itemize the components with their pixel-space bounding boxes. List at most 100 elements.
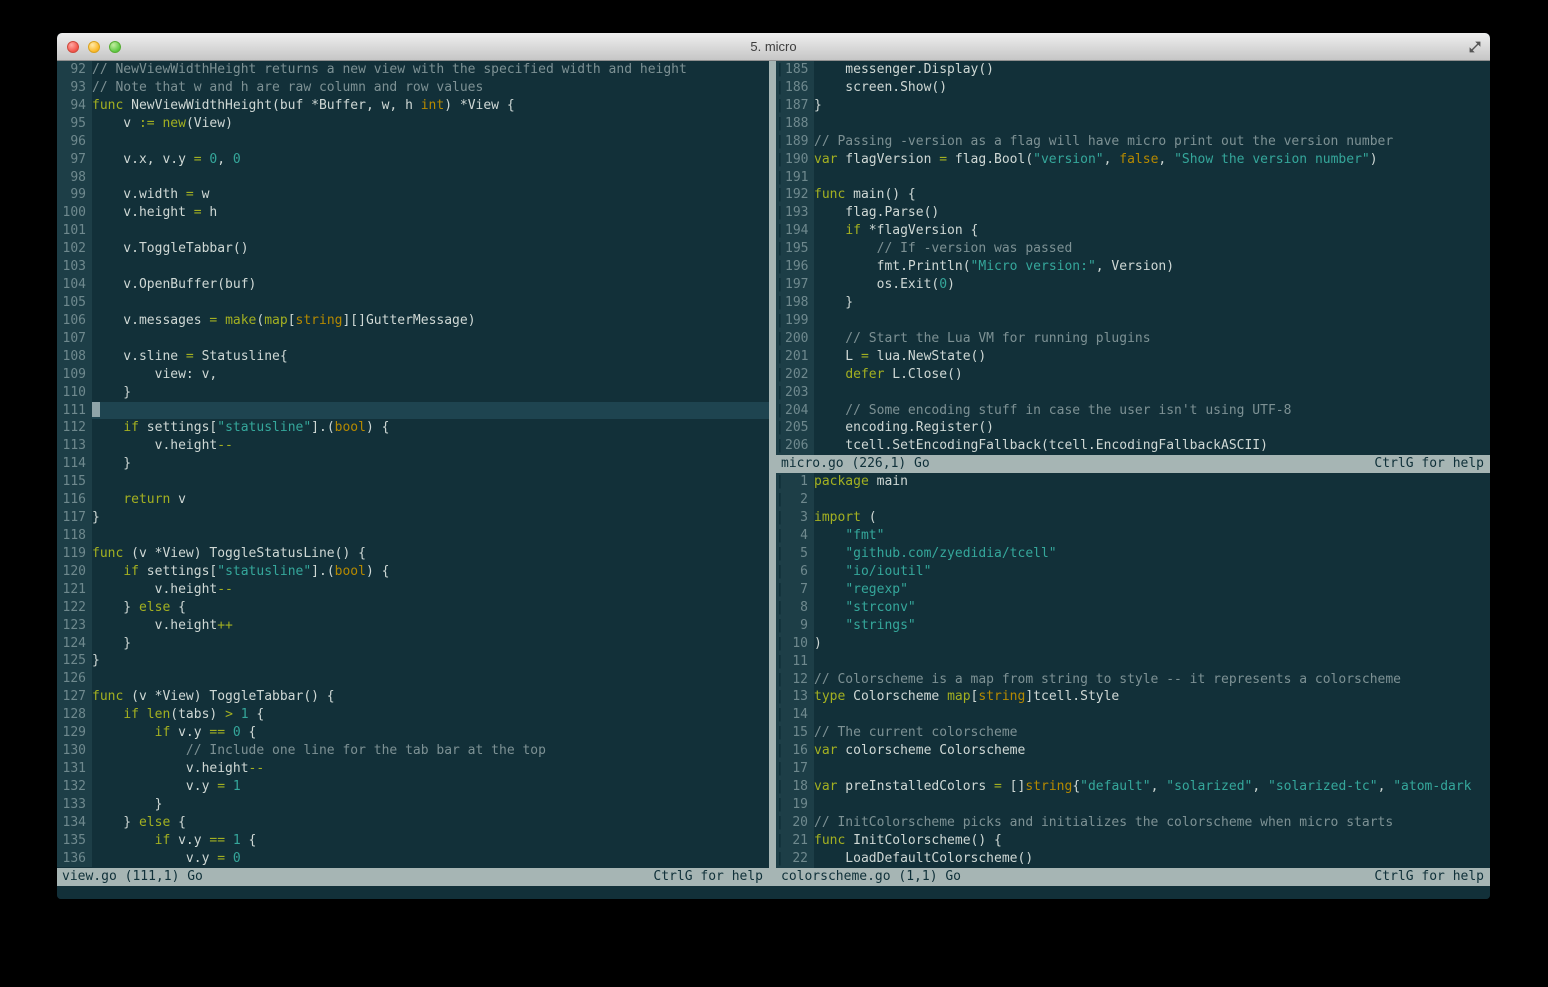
code-line[interactable]: 114 } — [57, 455, 769, 473]
code-line[interactable]: |12// Colorscheme is a map from string t… — [776, 671, 1490, 689]
code-line[interactable]: 129 if v.y == 0 { — [57, 724, 769, 742]
code-line[interactable]: 127func (v *View) ToggleTabbar() { — [57, 688, 769, 706]
code-line[interactable]: 104 v.OpenBuffer(buf) — [57, 276, 769, 294]
code-line[interactable]: 109 view: v, — [57, 366, 769, 384]
code-line[interactable]: 116 return v — [57, 491, 769, 509]
code-line[interactable]: |22 LoadDefaultColorscheme() — [776, 850, 1490, 868]
code-line[interactable]: |190var flagVersion = flag.Bool("version… — [776, 151, 1490, 169]
code-line[interactable]: 136 v.y = 0 — [57, 850, 769, 868]
pane-micro-go[interactable]: |185 messenger.Display()|186 screen.Show… — [776, 61, 1490, 455]
code-line[interactable]: 106 v.messages = make(map[string][]Gutte… — [57, 312, 769, 330]
code-line[interactable]: 92// NewViewWidthHeight returns a new vi… — [57, 61, 769, 79]
code-line[interactable]: 121 v.height-- — [57, 581, 769, 599]
code-line[interactable]: |199 — [776, 312, 1490, 330]
code-line[interactable]: 117} — [57, 509, 769, 527]
code-line[interactable]: |194 if *flagVersion { — [776, 222, 1490, 240]
code-line[interactable]: 130 // Include one line for the tab bar … — [57, 742, 769, 760]
code-line[interactable]: |13type Colorscheme map[string]tcell.Sty… — [776, 688, 1490, 706]
code-line[interactable]: |21func InitColorscheme() { — [776, 832, 1490, 850]
code-line[interactable]: |197 os.Exit(0) — [776, 276, 1490, 294]
line-number: 189 — [785, 133, 814, 151]
code-line[interactable]: |14 — [776, 706, 1490, 724]
code-line[interactable]: |206 tcell.SetEncodingFallback(tcell.Enc… — [776, 437, 1490, 455]
code-line[interactable]: |200 // Start the Lua VM for running plu… — [776, 330, 1490, 348]
code-line[interactable]: 113 v.height-- — [57, 437, 769, 455]
code-line[interactable]: 135 if v.y == 1 { — [57, 832, 769, 850]
code-line[interactable]: 93// Note that w and h are raw column an… — [57, 79, 769, 97]
code-line[interactable]: |201 L = lua.NewState() — [776, 348, 1490, 366]
code-line[interactable]: |205 encoding.Register() — [776, 419, 1490, 437]
code-line[interactable]: 118 — [57, 527, 769, 545]
code-line[interactable]: |10) — [776, 635, 1490, 653]
pane-colorscheme-go[interactable]: |1package main|2|3import (|4 "fmt"|5 "gi… — [776, 473, 1490, 867]
code-line[interactable]: 133 } — [57, 796, 769, 814]
code-line[interactable]: |20// InitColorscheme picks and initiali… — [776, 814, 1490, 832]
split-divider-char: | — [776, 133, 785, 151]
code-line[interactable]: |5 "github.com/zyedidia/tcell" — [776, 545, 1490, 563]
code-line[interactable]: 122 } else { — [57, 599, 769, 617]
code-line[interactable]: 108 v.sline = Statusline{ — [57, 348, 769, 366]
pane-view-go[interactable]: 92// NewViewWidthHeight returns a new vi… — [57, 61, 769, 886]
code-line[interactable]: |9 "strings" — [776, 617, 1490, 635]
code-line[interactable]: |195 // If -version was passed — [776, 240, 1490, 258]
code-line[interactable]: 132 v.y = 1 — [57, 778, 769, 796]
code-line[interactable]: 120 if settings["statusline"].(bool) { — [57, 563, 769, 581]
code-line[interactable]: |3import ( — [776, 509, 1490, 527]
code-line[interactable]: |8 "strconv" — [776, 599, 1490, 617]
code-line[interactable]: 99 v.width = w — [57, 186, 769, 204]
code-line[interactable]: 100 v.height = h — [57, 204, 769, 222]
vertical-split-divider[interactable] — [769, 61, 776, 886]
code-line[interactable]: 107 — [57, 330, 769, 348]
code-line[interactable]: |202 defer L.Close() — [776, 366, 1490, 384]
code-line[interactable]: |203 — [776, 384, 1490, 402]
code-line[interactable]: |186 screen.Show() — [776, 79, 1490, 97]
line-number: 133 — [57, 796, 92, 814]
code-line[interactable]: 112 if settings["statusline"].(bool) { — [57, 419, 769, 437]
code-line[interactable]: 124 } — [57, 635, 769, 653]
line-number: 15 — [785, 724, 814, 742]
code-line[interactable]: 123 v.height++ — [57, 617, 769, 635]
code-line[interactable]: 101 — [57, 222, 769, 240]
code-line[interactable]: 131 v.height-- — [57, 760, 769, 778]
code-line[interactable]: 126 — [57, 670, 769, 688]
code-line[interactable]: |19 — [776, 796, 1490, 814]
code-line[interactable]: |6 "io/ioutil" — [776, 563, 1490, 581]
fullscreen-icon[interactable] — [1468, 40, 1482, 54]
code-line[interactable]: 110 } — [57, 384, 769, 402]
code-line[interactable]: |187} — [776, 97, 1490, 115]
code-line[interactable]: 97 v.x, v.y = 0, 0 — [57, 151, 769, 169]
code-line[interactable]: |198 } — [776, 294, 1490, 312]
code-line[interactable]: |11 — [776, 653, 1490, 671]
code-line[interactable]: 98 — [57, 169, 769, 187]
code-line[interactable]: |204 // Some encoding stuff in case the … — [776, 402, 1490, 420]
code-line[interactable]: 115 — [57, 473, 769, 491]
code-line[interactable]: |191 — [776, 169, 1490, 187]
split-divider-char: | — [776, 276, 785, 294]
code-line[interactable]: 96 — [57, 133, 769, 151]
code-line[interactable]: |192func main() { — [776, 186, 1490, 204]
code-line[interactable]: 119func (v *View) ToggleStatusLine() { — [57, 545, 769, 563]
code-line[interactable]: 105 — [57, 294, 769, 312]
code-line[interactable]: |2 — [776, 491, 1490, 509]
code-line[interactable]: |4 "fmt" — [776, 527, 1490, 545]
code-line[interactable]: 102 v.ToggleTabbar() — [57, 240, 769, 258]
code-line[interactable]: 94func NewViewWidthHeight(buf *Buffer, w… — [57, 97, 769, 115]
code-line[interactable]: |15// The current colorscheme — [776, 724, 1490, 742]
code-line[interactable]: 134 } else { — [57, 814, 769, 832]
code-line[interactable]: |17 — [776, 760, 1490, 778]
code-line[interactable]: |196 fmt.Println("Micro version:", Versi… — [776, 258, 1490, 276]
code-line[interactable]: |189// Passing -version as a flag will h… — [776, 133, 1490, 151]
code-line[interactable]: |1package main — [776, 473, 1490, 491]
code-line[interactable]: 111 — [57, 402, 769, 420]
code-line[interactable]: |18var preInstalledColors = []string{"de… — [776, 778, 1490, 796]
code-line[interactable]: 128 if len(tabs) > 1 { — [57, 706, 769, 724]
code-line[interactable]: |7 "regexp" — [776, 581, 1490, 599]
code-line[interactable]: 125} — [57, 652, 769, 670]
titlebar[interactable]: 5. micro — [57, 33, 1490, 61]
code-line[interactable]: |16var colorscheme Colorscheme — [776, 742, 1490, 760]
code-line[interactable]: 103 — [57, 258, 769, 276]
code-line[interactable]: |188 — [776, 115, 1490, 133]
code-line[interactable]: |185 messenger.Display() — [776, 61, 1490, 79]
code-line[interactable]: 95 v := new(View) — [57, 115, 769, 133]
code-line[interactable]: |193 flag.Parse() — [776, 204, 1490, 222]
